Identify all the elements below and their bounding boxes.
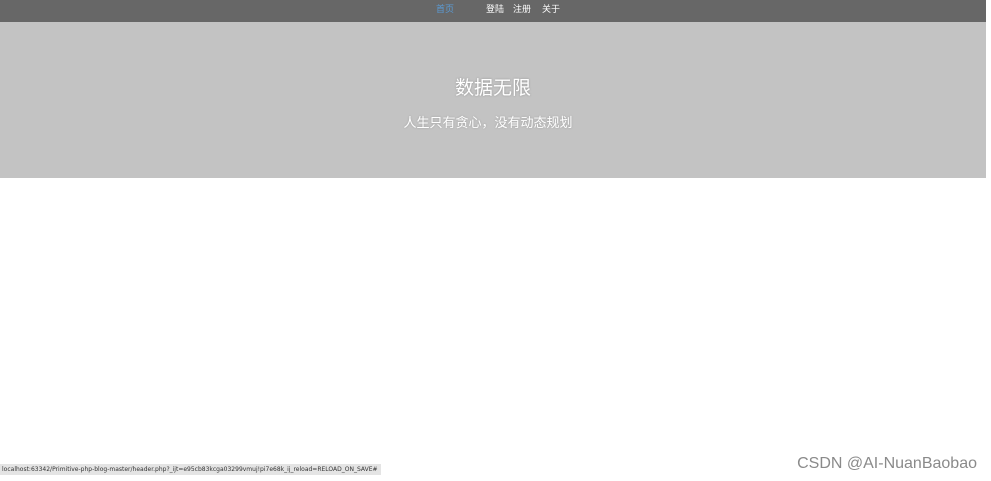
browser-page: 首页 登陆 注册 关于 数据无限 人生只有贪心，没有动态规划 localhost… (0, 0, 991, 481)
nav-register-link[interactable]: 注册 (513, 0, 531, 22)
top-navbar: 首页 登陆 注册 关于 (0, 0, 986, 22)
nav-login-link[interactable]: 登陆 (486, 0, 504, 22)
csdn-watermark: CSDN @AI-NuanBaobao (797, 455, 977, 472)
hero-subtitle: 人生只有贪心，没有动态规划 (403, 116, 573, 131)
nav-about-link[interactable]: 关于 (542, 0, 560, 22)
status-bar-url: localhost:63342/Primitive-php-blog-maste… (0, 464, 381, 475)
nav-home-link[interactable]: 首页 (436, 0, 454, 22)
hero-banner: 数据无限 人生只有贪心，没有动态规划 (0, 22, 986, 178)
hero-title: 数据无限 (454, 77, 531, 99)
